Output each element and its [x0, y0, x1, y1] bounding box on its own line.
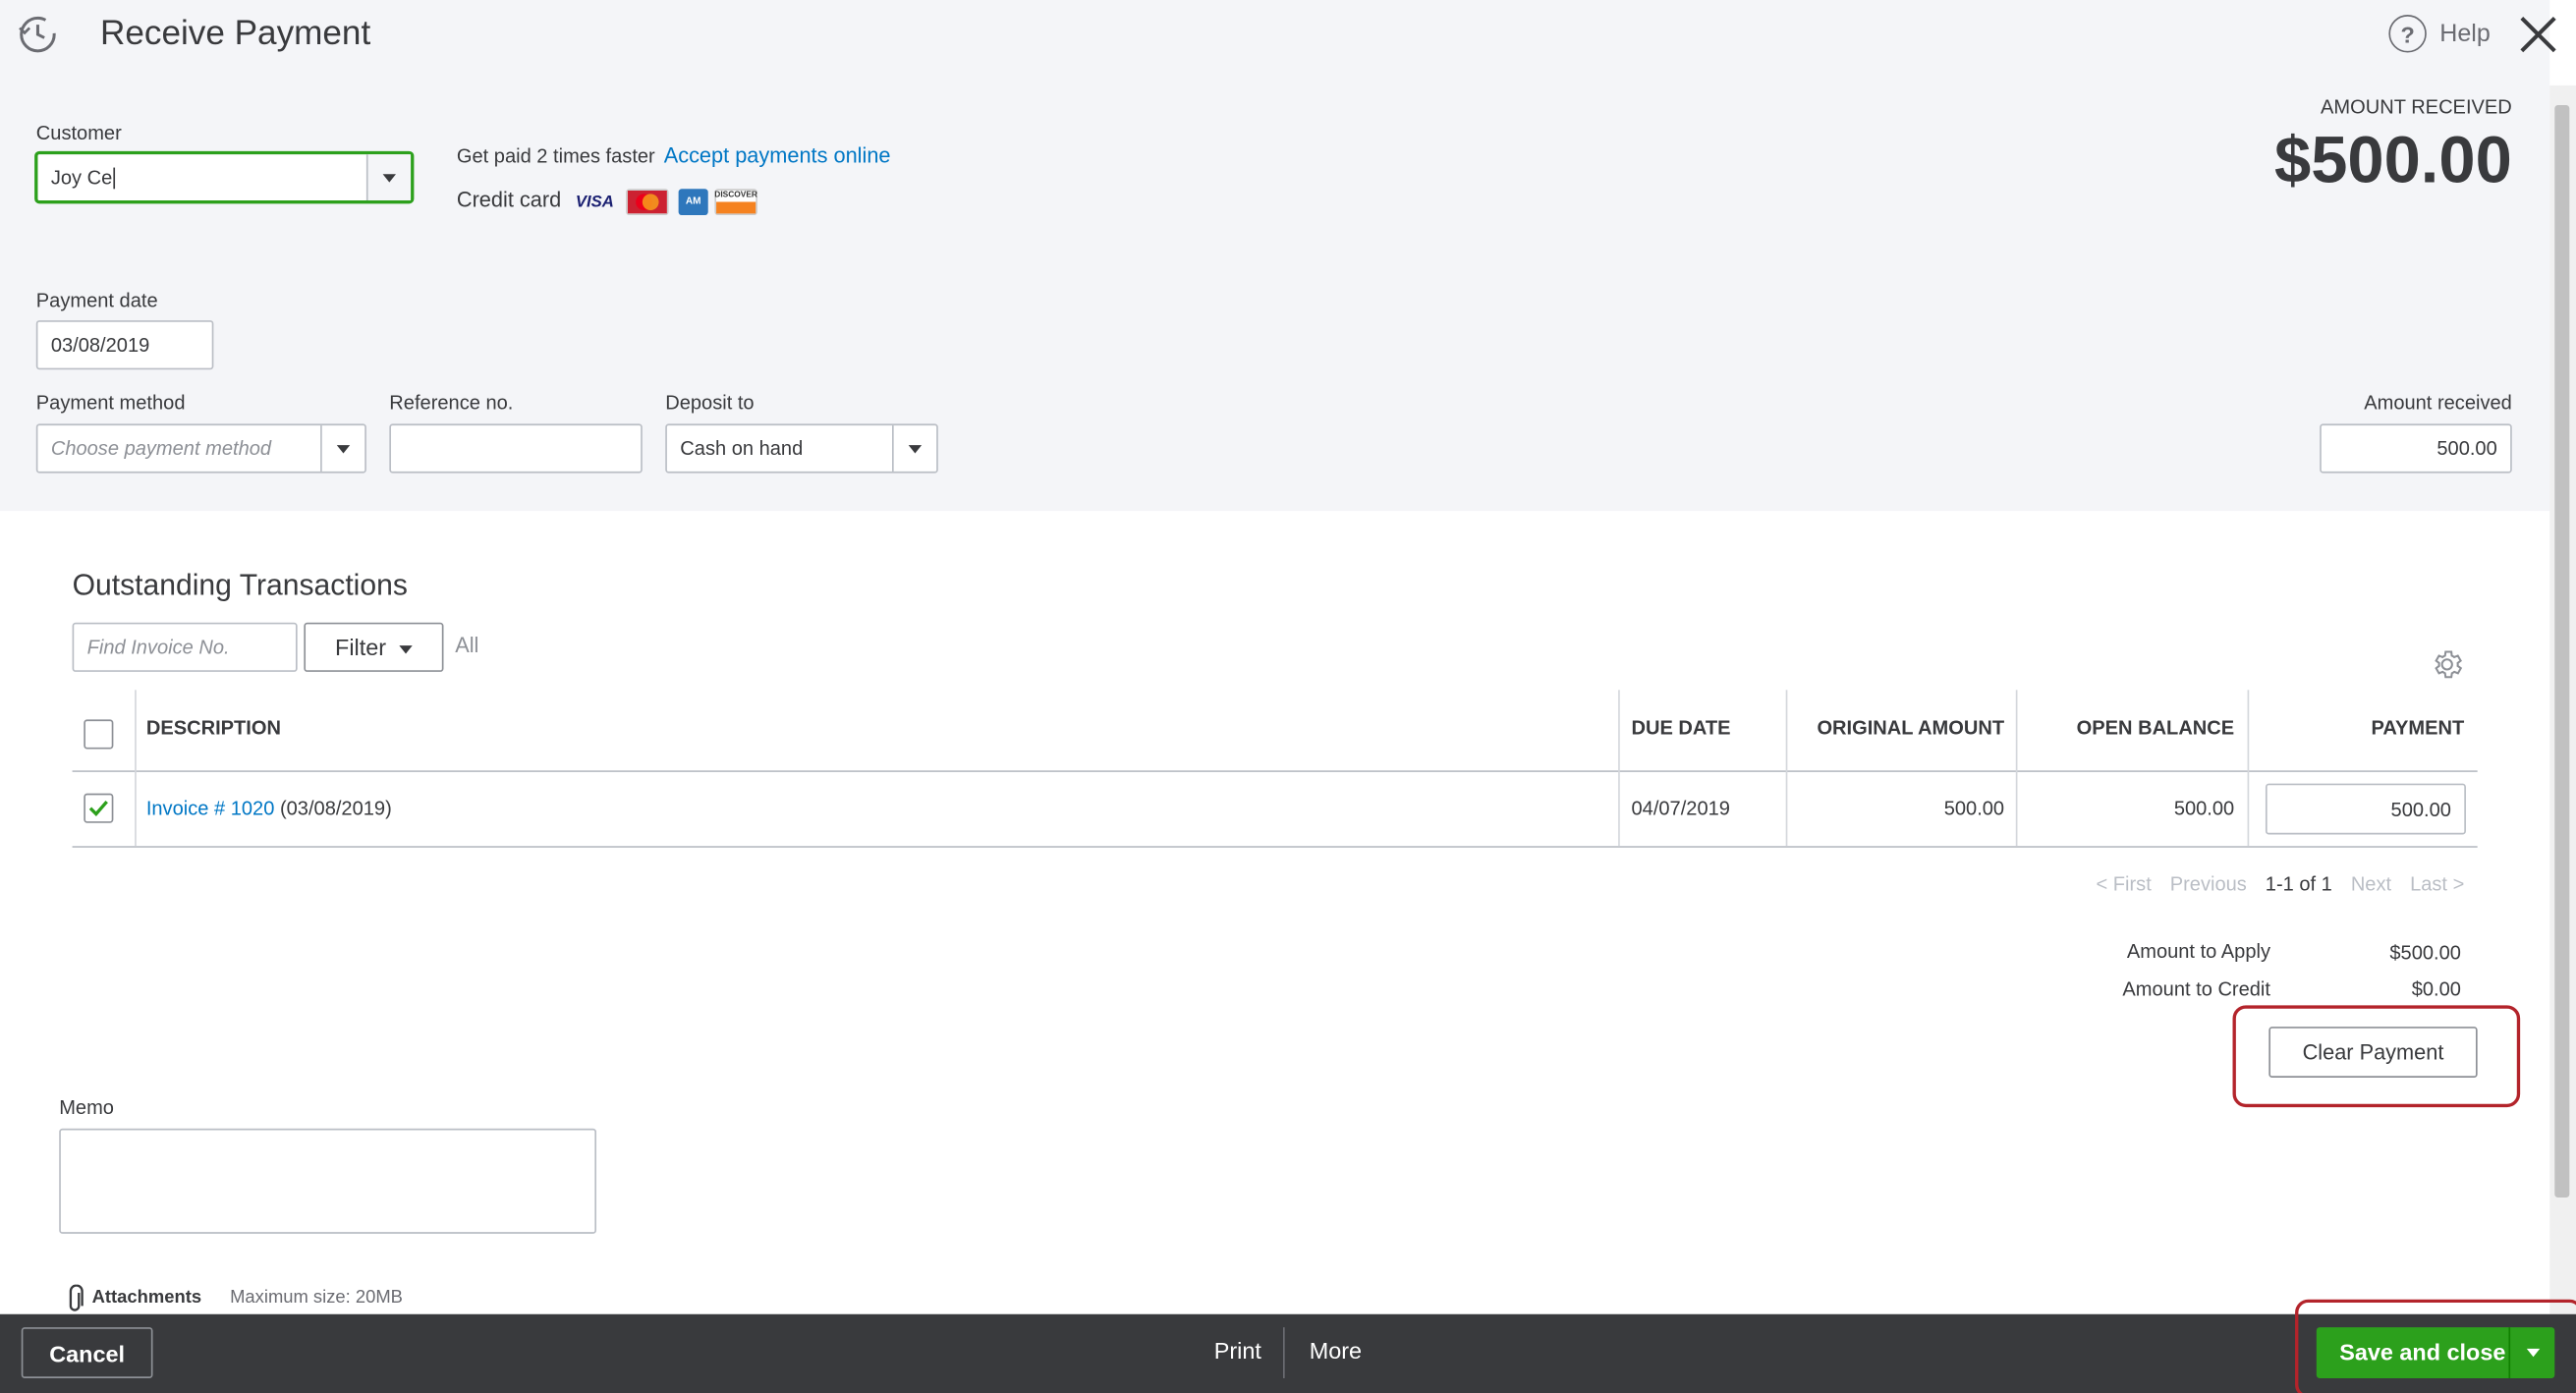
find-invoice-input[interactable]: Find Invoice No.: [72, 622, 298, 672]
clear-payment-button[interactable]: Clear Payment: [2268, 1027, 2478, 1078]
row-payment-input[interactable]: 500.00: [2265, 783, 2466, 835]
payment-method-select[interactable]: Choose payment method: [35, 423, 366, 474]
col-due-date[interactable]: DUE DATE: [1631, 716, 1730, 739]
payment-method-placeholder: Choose payment method: [50, 436, 272, 461]
chevron-down-icon: [336, 444, 351, 453]
promo-text: Get paid 2 times faster: [456, 144, 655, 168]
customer-label: Customer: [35, 121, 122, 145]
memo-label: Memo: [59, 1095, 114, 1119]
pager-last[interactable]: Last >: [2410, 872, 2464, 895]
promo-line: Get paid 2 times faster Accept payments …: [457, 142, 891, 167]
col-original-amount[interactable]: ORIGINAL AMOUNT: [1817, 716, 2004, 739]
chevron-down-icon: [908, 444, 923, 453]
pagination: < First Previous 1-1 of 1 Next Last >: [2083, 872, 2464, 895]
memo-textarea[interactable]: [59, 1128, 597, 1234]
discover-icon: DISCOVER: [714, 189, 757, 216]
page-title: Receive Payment: [100, 15, 371, 53]
amount-received-value: 500.00: [2436, 436, 2497, 461]
table-row: [73, 772, 2478, 846]
amount-received-caption: AMOUNT RECEIVED: [2321, 94, 2512, 119]
attachments-max-size: Maximum size: 20MB: [230, 1288, 403, 1309]
select-all-checkbox[interactable]: [84, 719, 114, 750]
credit-card-label: Credit card: [456, 187, 562, 212]
amount-received-total: $500.00: [2274, 125, 2512, 197]
recent-transactions-icon[interactable]: [17, 13, 59, 55]
find-invoice-placeholder: Find Invoice No.: [86, 636, 230, 659]
checkmark-icon: [88, 800, 108, 817]
deposit-to-label: Deposit to: [665, 390, 755, 415]
outstanding-title: Outstanding Transactions: [72, 568, 408, 602]
payment-date-label: Payment date: [35, 289, 158, 312]
row-description: Invoice # 1020 (03/08/2019): [146, 797, 392, 819]
deposit-to-select[interactable]: Cash on hand: [665, 423, 938, 474]
save-and-close-button[interactable]: Save and close: [2316, 1327, 2555, 1378]
table-bottom-border: [72, 846, 2478, 848]
pager-range: 1-1 of 1: [2265, 871, 2332, 896]
chevron-down-icon: [399, 644, 413, 653]
reference-label: Reference no.: [389, 390, 514, 415]
page-scrollbar-thumb[interactable]: [2554, 105, 2570, 1198]
invoice-link[interactable]: Invoice # 1020: [146, 797, 275, 819]
mastercard-icon: [626, 189, 669, 216]
deposit-to-value: Cash on hand: [680, 436, 804, 461]
amount-to-apply-label: Amount to Apply: [2126, 939, 2270, 963]
customer-select[interactable]: Joy Ce: [35, 152, 413, 202]
row-due-date: 04/07/2019: [1631, 797, 1730, 820]
print-button[interactable]: Print: [1214, 1337, 1261, 1364]
save-options-dropdown[interactable]: [2510, 1327, 2554, 1378]
amount-to-credit-value: $0.00: [2411, 976, 2461, 1001]
gear-icon[interactable]: [2430, 647, 2464, 682]
visa-icon: VISA: [575, 193, 614, 211]
chevron-down-icon: [382, 173, 397, 182]
amount-to-credit-label: Amount to Credit: [2122, 976, 2270, 1001]
filter-value: All: [455, 632, 479, 657]
filter-button[interactable]: Filter: [304, 622, 444, 672]
filter-label: Filter: [335, 634, 387, 661]
customer-dropdown-button[interactable]: [365, 154, 412, 201]
deposit-to-dropdown-button[interactable]: [892, 425, 936, 472]
more-button[interactable]: More: [1310, 1337, 1362, 1364]
page-scrollbar[interactable]: [2549, 84, 2576, 1314]
row-checkbox[interactable]: [84, 793, 114, 823]
help-icon[interactable]: ?: [2388, 15, 2427, 53]
customer-value: Joy Ce: [50, 165, 113, 190]
amex-icon: AM: [678, 189, 708, 216]
paperclip-icon[interactable]: [66, 1284, 85, 1314]
help-link[interactable]: Help: [2439, 20, 2491, 47]
row-payment-value: 500.00: [2390, 797, 2451, 821]
accept-payments-link[interactable]: Accept payments online: [664, 142, 891, 167]
header-section: [0, 0, 2550, 512]
col-open-balance[interactable]: OPEN BALANCE: [2077, 716, 2235, 739]
attachments-label[interactable]: Attachments: [92, 1288, 201, 1308]
payment-date-value: 03/08/2019: [50, 333, 150, 357]
payment-method-label: Payment method: [35, 390, 186, 415]
invoice-date: (03/08/2019): [279, 797, 392, 820]
col-payment[interactable]: PAYMENT: [2372, 716, 2465, 739]
pager-next[interactable]: Next: [2351, 872, 2391, 895]
row-original-amount: 500.00: [1943, 797, 2005, 820]
pager-first[interactable]: < First: [2096, 872, 2151, 895]
amount-received-label: Amount received: [2364, 390, 2512, 415]
amount-to-apply-value: $500.00: [2389, 941, 2461, 965]
pager-previous[interactable]: Previous: [2170, 872, 2247, 895]
col-description[interactable]: DESCRIPTION: [146, 716, 281, 739]
payment-date-input[interactable]: 03/08/2019: [35, 320, 214, 370]
save-and-close-label: Save and close: [2339, 1338, 2506, 1365]
amount-received-input[interactable]: 500.00: [2320, 423, 2512, 474]
footer-bar: [0, 1313, 2576, 1393]
payment-method-dropdown-button[interactable]: [320, 425, 364, 472]
close-icon[interactable]: [2517, 13, 2559, 55]
reference-input[interactable]: [389, 423, 643, 474]
cancel-button[interactable]: Cancel: [21, 1327, 153, 1378]
row-open-balance: 500.00: [2173, 797, 2235, 820]
chevron-down-icon: [2526, 1348, 2540, 1358]
footer-divider: [1282, 1327, 1285, 1378]
